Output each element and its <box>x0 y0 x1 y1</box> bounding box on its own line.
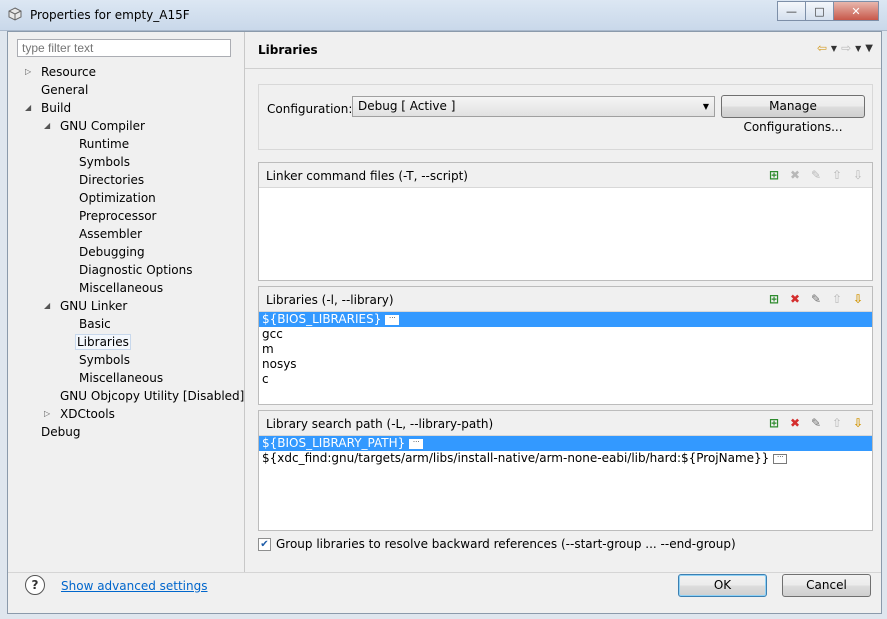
tree-item-assembler[interactable]: Assembler <box>77 225 144 243</box>
collapse-arrow-icon[interactable]: ◢ <box>25 99 35 117</box>
back-menu-icon[interactable]: ▼ <box>831 44 837 53</box>
libraries-page: Libraries ⇦ ▼ ⇨ ▼ ▼ Configuration: Debug… <box>244 32 881 572</box>
edit-icon[interactable]: ✎ <box>808 291 824 307</box>
tree-item-runtime[interactable]: Runtime <box>77 135 131 153</box>
filter-input[interactable] <box>17 39 231 57</box>
help-icon[interactable]: ? <box>25 575 45 595</box>
group-title: Linker command files (-T, --script) <box>266 169 468 183</box>
list-item[interactable]: ${xdc_find:gnu/targets/arm/libs/install-… <box>259 451 872 466</box>
list-item[interactable]: c <box>259 372 872 387</box>
add-icon[interactable]: ⊞ <box>766 167 782 183</box>
libraries-group: Libraries (-l, --library) ⊞ ✖ ✎ ⇧ ⇩ ${BI… <box>258 286 873 405</box>
chevron-down-icon: ▼ <box>702 102 709 111</box>
group-toolbar: ⊞ ✖ ✎ ⇧ ⇩ <box>766 291 866 307</box>
tree-item-general[interactable]: General <box>39 81 90 99</box>
tree-item-objcopy[interactable]: GNU Objcopy Utility [Disabled] <box>58 387 246 405</box>
delete-icon[interactable]: ✖ <box>787 167 803 183</box>
tree-item-debug[interactable]: Debug <box>39 423 82 441</box>
forward-menu-icon[interactable]: ▼ <box>855 44 861 53</box>
tree-item-debugging[interactable]: Debugging <box>77 243 147 261</box>
tree-item-linker-misc[interactable]: Miscellaneous <box>77 369 165 387</box>
group-toolbar: ⊞ ✖ ✎ ⇧ ⇩ <box>766 167 866 183</box>
move-up-icon[interactable]: ⇧ <box>829 167 845 183</box>
app-icon <box>8 7 22 21</box>
page-title: Libraries <box>258 43 318 57</box>
more-icon[interactable]: ··· <box>385 314 400 325</box>
list-item[interactable]: gcc <box>259 327 872 342</box>
group-libraries-label: Group libraries to resolve backward refe… <box>276 537 736 551</box>
move-down-icon[interactable]: ⇩ <box>850 291 866 307</box>
group-libraries-checkbox[interactable]: ✔ <box>258 537 271 551</box>
delete-icon[interactable]: ✖ <box>787 415 803 431</box>
expand-arrow-icon[interactable]: ▷ <box>44 405 54 423</box>
tree-item-build[interactable]: ◢ Build <box>25 99 73 117</box>
delete-icon[interactable]: ✖ <box>787 291 803 307</box>
forward-arrow-icon[interactable]: ⇨ <box>841 41 851 55</box>
button-bar: ? Show advanced settings OK Cancel <box>8 572 881 614</box>
configuration-box: Configuration: Debug [ Active ] ▼ Manage… <box>258 84 873 150</box>
page-navigation: ⇦ ▼ ⇨ ▼ ▼ <box>817 41 873 55</box>
minimize-button[interactable]: — <box>777 1 806 21</box>
more-icon[interactable]: ··· <box>773 453 788 464</box>
group-title: Library search path (-L, --library-path) <box>266 417 494 431</box>
collapse-arrow-icon[interactable]: ◢ <box>44 297 54 315</box>
close-button[interactable]: ✕ <box>833 1 879 21</box>
list-item[interactable]: m <box>259 342 872 357</box>
tree-item-optimization[interactable]: Optimization <box>77 189 158 207</box>
manage-configurations-button[interactable]: Manage Configurations... <box>721 95 865 134</box>
list-item[interactable]: nosys <box>259 357 872 372</box>
maximize-button[interactable]: □ <box>805 1 834 21</box>
move-up-icon[interactable]: ⇧ <box>829 291 845 307</box>
tree-item-miscellaneous[interactable]: Miscellaneous <box>77 279 165 297</box>
tree-item-resource[interactable]: ▷ Resource <box>25 63 98 81</box>
window-title: Properties for empty_A15F <box>30 8 190 22</box>
libraries-list[interactable]: ${BIOS_LIBRARIES} ··· gcc m nosys c <box>259 311 872 404</box>
configuration-value: Debug [ Active ] <box>358 99 456 113</box>
header-divider <box>245 68 881 69</box>
tree-item-directories[interactable]: Directories <box>77 171 146 189</box>
edit-icon[interactable]: ✎ <box>808 167 824 183</box>
tree-item-preprocessor[interactable]: Preprocessor <box>77 207 158 225</box>
more-icon[interactable]: ··· <box>409 438 424 449</box>
tree-item-diagnostic-options[interactable]: Diagnostic Options <box>77 261 195 279</box>
back-arrow-icon[interactable]: ⇦ <box>817 41 827 55</box>
configuration-label: Configuration: <box>267 102 353 116</box>
configuration-select[interactable]: Debug [ Active ] ▼ <box>352 96 715 117</box>
move-down-icon[interactable]: ⇩ <box>850 167 866 183</box>
show-advanced-settings-link[interactable]: Show advanced settings <box>61 579 208 593</box>
tree-item-gnu-linker[interactable]: ◢ GNU Linker <box>44 297 129 315</box>
add-icon[interactable]: ⊞ <box>766 415 782 431</box>
library-search-path-group: Library search path (-L, --library-path)… <box>258 410 873 531</box>
edit-icon[interactable]: ✎ <box>808 415 824 431</box>
library-search-path-list[interactable]: ${BIOS_LIBRARY_PATH} ··· ${xdc_find:gnu/t… <box>259 435 872 530</box>
group-libraries-option[interactable]: ✔ Group libraries to resolve backward re… <box>258 537 736 551</box>
dialog-client: ▷Resource General ◢Build ◢GNU Compiler R… <box>7 31 882 614</box>
linker-command-files-group: Linker command files (-T, --script) ⊞ ✖ … <box>258 162 873 281</box>
group-toolbar: ⊞ ✖ ✎ ⇧ ⇩ <box>766 415 866 431</box>
add-icon[interactable]: ⊞ <box>766 291 782 307</box>
expand-arrow-icon[interactable]: ▷ <box>25 63 35 81</box>
collapse-arrow-icon[interactable]: ◢ <box>44 117 54 135</box>
move-up-icon[interactable]: ⇧ <box>829 415 845 431</box>
group-title: Libraries (-l, --library) <box>266 293 394 307</box>
linker-command-files-list[interactable] <box>259 187 872 280</box>
list-item[interactable]: ${BIOS_LIBRARIES} ··· <box>259 312 872 327</box>
list-item[interactable]: ${BIOS_LIBRARY_PATH} ··· <box>259 436 872 451</box>
move-down-icon[interactable]: ⇩ <box>850 415 866 431</box>
ok-button[interactable]: OK <box>678 574 767 597</box>
tree-item-xdctools[interactable]: ▷ XDCtools <box>44 405 117 423</box>
view-menu-icon[interactable]: ▼ <box>865 43 873 54</box>
tree-item-linker-symbols[interactable]: Symbols <box>77 351 132 369</box>
tree-item-basic[interactable]: Basic <box>77 315 113 333</box>
tree-item-libraries[interactable]: Libraries <box>75 333 131 351</box>
title-bar: Properties for empty_A15F — □ ✕ <box>0 0 887 31</box>
window-controls: — □ ✕ <box>777 1 879 21</box>
tree-item-gnu-compiler[interactable]: ◢ GNU Compiler <box>44 117 147 135</box>
cancel-button[interactable]: Cancel <box>782 574 871 597</box>
tree-item-symbols[interactable]: Symbols <box>77 153 132 171</box>
